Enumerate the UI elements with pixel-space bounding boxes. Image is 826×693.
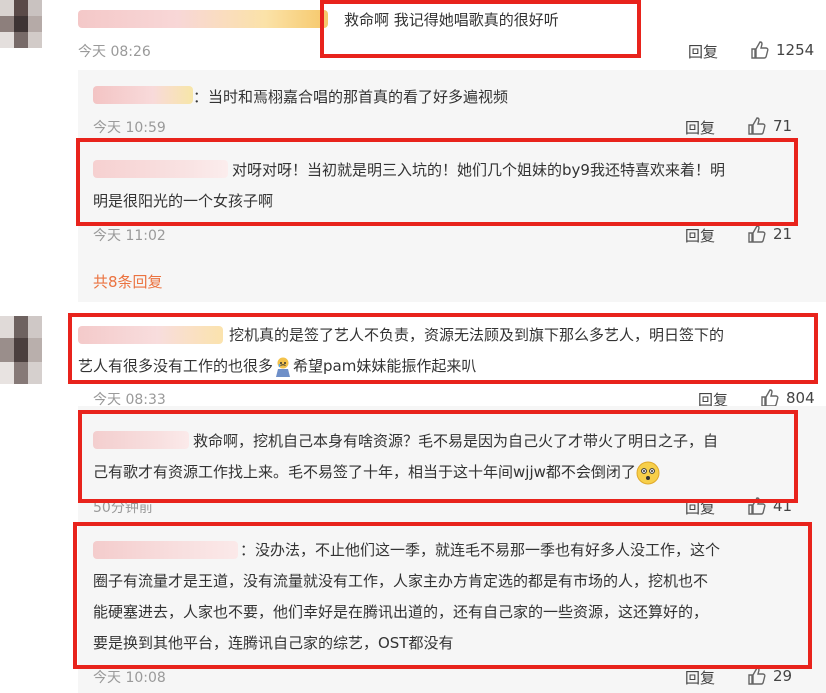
highlight-box — [76, 138, 798, 226]
reply-timestamp: 今天 10:08 — [93, 670, 166, 686]
thumbs-up-icon — [748, 117, 766, 135]
highlight-box — [68, 313, 818, 384]
reply-button[interactable]: 回复 — [685, 117, 715, 138]
like-button[interactable]: 1254 — [750, 40, 814, 60]
thumbs-up-icon — [748, 667, 766, 685]
like-count: 1254 — [776, 41, 815, 59]
like-count: 804 — [786, 389, 815, 407]
like-count: 29 — [773, 667, 793, 685]
like-button[interactable]: 21 — [747, 224, 792, 244]
thumbs-up-icon — [761, 389, 779, 407]
more-replies-link[interactable]: 共8条回复 — [93, 271, 163, 292]
like-button[interactable]: 71 — [747, 116, 792, 136]
avatar[interactable] — [0, 0, 42, 48]
reply-button[interactable]: 回复 — [685, 667, 715, 688]
highlight-box — [73, 522, 812, 669]
like-count: 21 — [773, 225, 793, 243]
username-blurred[interactable] — [93, 86, 193, 104]
reply-timestamp: 今天 10:59 — [93, 120, 166, 136]
like-button[interactable]: 804 — [760, 388, 815, 408]
thumbs-up-icon — [748, 225, 766, 243]
reply-timestamp: 今天 11:02 — [93, 228, 166, 244]
reply-text: ：当时和焉栩嘉合唱的那首真的看了好多遍视频 — [193, 88, 509, 106]
avatar[interactable] — [0, 316, 42, 384]
like-button[interactable]: 29 — [747, 666, 792, 686]
highlight-box — [320, 0, 641, 58]
username-blurred[interactable] — [78, 10, 328, 28]
thumbs-up-icon — [751, 41, 769, 59]
reply-button[interactable]: 回复 — [685, 225, 715, 246]
reply-button[interactable]: 回复 — [688, 41, 718, 62]
comment-timestamp: 今天 08:26 — [78, 44, 151, 60]
highlight-box — [78, 410, 798, 503]
like-count: 71 — [773, 117, 793, 135]
